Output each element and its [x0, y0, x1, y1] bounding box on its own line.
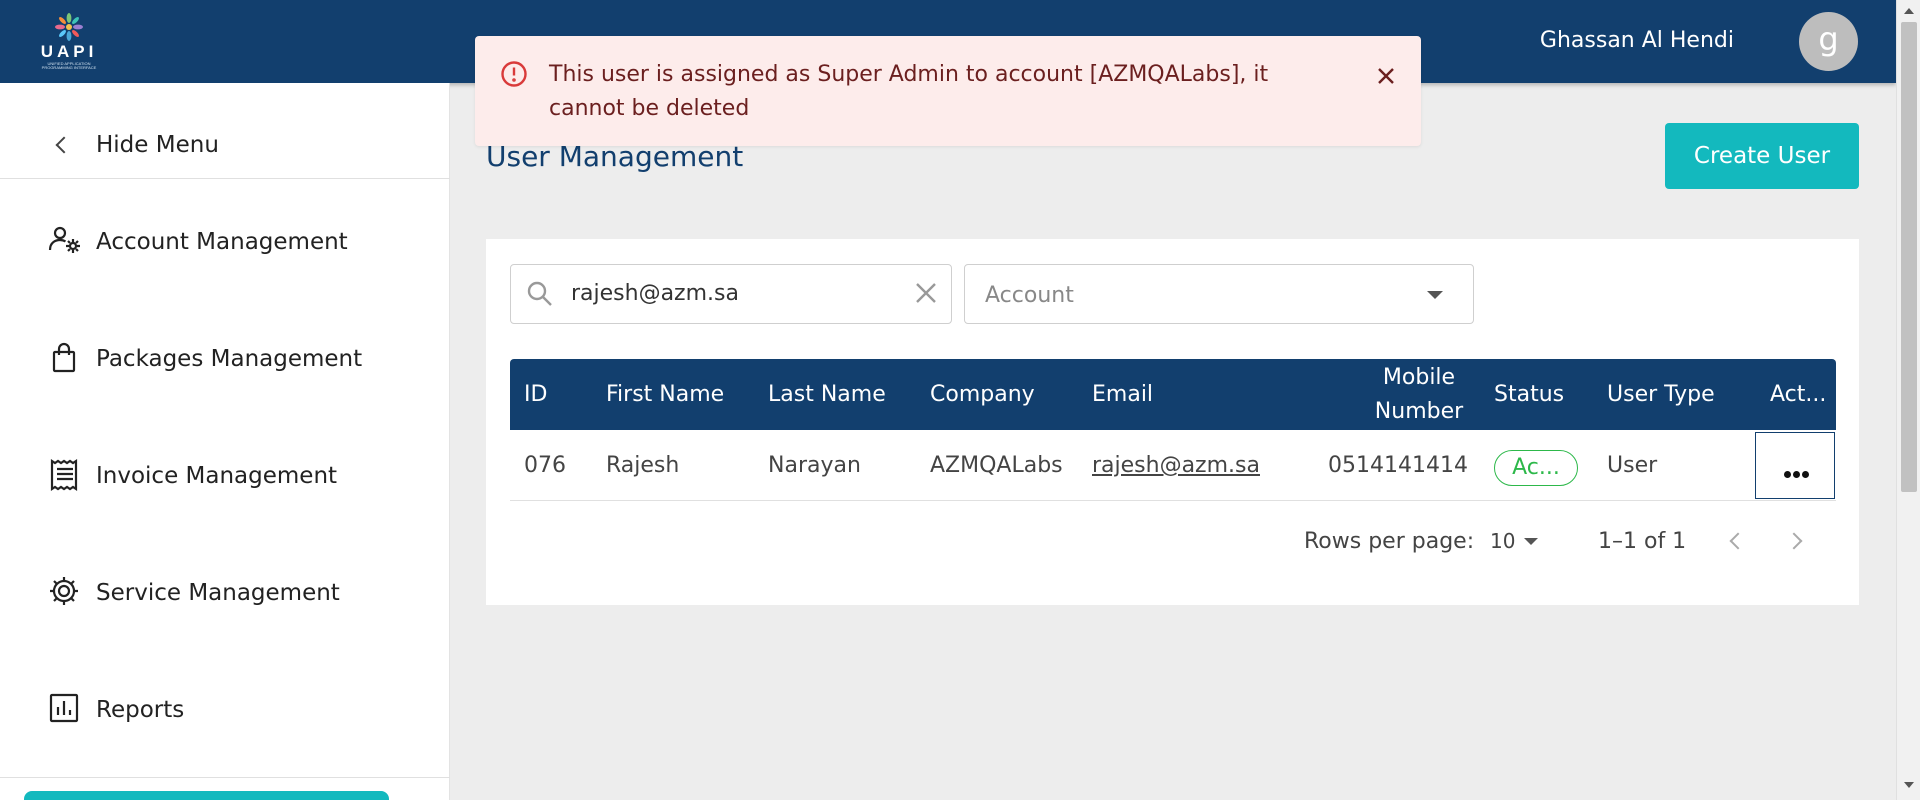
account-filter-select[interactable]: Account — [964, 264, 1474, 324]
alert-message: This user is assigned as Super Admin to … — [549, 62, 1269, 121]
column-header-email[interactable]: Email — [1092, 359, 1242, 430]
cell-email: rajesh@azm.sa — [1092, 430, 1292, 501]
sidebar-item-service-management[interactable]: Service Management — [0, 553, 450, 633]
pagination: Rows per page: 10 1–1 of 1 — [510, 521, 1836, 561]
next-page-icon[interactable] — [1785, 532, 1803, 550]
column-header-first-name[interactable]: First Name — [606, 359, 756, 430]
chevron-left-icon — [55, 136, 73, 154]
clear-search-icon[interactable] — [911, 278, 941, 308]
column-header-user-type[interactable]: User Type — [1607, 359, 1737, 430]
logo-subtitle: UNIFIED APPLICATION PROGRAMMING INTERFAC… — [41, 61, 97, 70]
receipt-icon — [50, 458, 78, 492]
sidebar-item-invoice-management[interactable]: Invoice Management — [0, 436, 450, 516]
user-name[interactable]: Ghassan Al Hendi — [1540, 28, 1734, 53]
hide-menu-label: Hide Menu — [96, 132, 219, 158]
sidebar-bottom-button[interactable] — [24, 791, 389, 800]
sidebar-item-packages-management[interactable]: Packages Management — [0, 319, 450, 399]
pagination-range: 1–1 of 1 — [1598, 529, 1687, 554]
column-header-mobile-number[interactable]: Mobile Number — [1364, 359, 1474, 430]
table-row: 076 Rajesh Narayan AZMQALabs rajesh@azm.… — [510, 430, 1836, 501]
search-icon — [527, 281, 552, 306]
error-outline-icon — [501, 61, 527, 87]
rows-per-page-label: Rows per page: — [1304, 529, 1475, 554]
logo-text: UAPI — [40, 42, 98, 61]
cell-company: AZMQALabs — [930, 453, 1063, 478]
search-input[interactable]: rajesh@azm.sa — [510, 264, 952, 324]
cell-user-type: User — [1607, 453, 1658, 478]
column-header-company[interactable]: Company — [930, 359, 1080, 430]
close-icon[interactable] — [1373, 63, 1399, 89]
avatar[interactable]: g — [1799, 12, 1858, 71]
sidebar-item-label: Service Management — [96, 580, 340, 606]
scroll-up-arrow-icon[interactable] — [1904, 8, 1914, 14]
sidebar-item-label: Invoice Management — [96, 463, 338, 489]
more-horizontal-icon — [1784, 463, 1811, 482]
gear-icon — [50, 577, 78, 605]
user-settings-icon — [48, 226, 80, 253]
users-panel: rajesh@azm.sa Account ID First Name Last… — [486, 239, 1859, 605]
search-input-value[interactable]: rajesh@azm.sa — [571, 281, 739, 306]
logo-flower-icon — [55, 13, 83, 41]
previous-page-icon[interactable] — [1729, 532, 1747, 550]
error-alert: This user is assigned as Super Admin to … — [475, 36, 1421, 146]
sidebar-item-label: Reports — [96, 697, 185, 723]
column-header-status[interactable]: Status — [1494, 359, 1584, 430]
sidebar-divider — [0, 777, 450, 778]
account-filter-placeholder: Account — [985, 283, 1074, 308]
sidebar-item-account-management[interactable]: Account Management — [0, 202, 450, 282]
sidebar: Hide Menu Account Management Packages Ma… — [0, 83, 450, 800]
column-header-id[interactable]: ID — [524, 359, 584, 430]
rows-per-page-select[interactable]: 10 — [1490, 529, 1515, 553]
dropdown-caret-icon — [1427, 291, 1443, 299]
bar-chart-icon — [49, 693, 79, 723]
row-actions-button[interactable] — [1755, 432, 1835, 499]
cell-first-name: Rajesh — [606, 453, 680, 478]
cell-mobile: 0514141414 — [1328, 453, 1468, 478]
scroll-down-arrow-icon[interactable] — [1904, 782, 1914, 788]
rows-per-page-caret-icon[interactable] — [1524, 538, 1538, 545]
table-header: ID First Name Last Name Company Email Mo… — [510, 359, 1836, 430]
uapi-logo[interactable]: UAPI UNIFIED APPLICATION PROGRAMMING INT… — [34, 12, 104, 70]
column-header-last-name[interactable]: Last Name — [768, 359, 918, 430]
create-user-button[interactable]: Create User — [1665, 123, 1859, 189]
cell-id: 076 — [524, 453, 566, 478]
hide-menu-button[interactable]: Hide Menu — [0, 83, 450, 179]
email-link[interactable]: rajesh@azm.sa — [1092, 453, 1260, 478]
page-scrollbar[interactable] — [1896, 0, 1920, 800]
status-badge: Ac... — [1494, 450, 1578, 486]
sidebar-item-reports[interactable]: Reports — [0, 670, 450, 750]
sidebar-item-label: Account Management — [96, 229, 348, 255]
sidebar-item-label: Packages Management — [96, 346, 363, 372]
shopping-bag-icon — [52, 342, 76, 373]
scrollbar-thumb[interactable] — [1901, 22, 1917, 492]
column-header-actions[interactable]: Act... — [1770, 359, 1830, 430]
cell-last-name: Narayan — [768, 453, 861, 478]
